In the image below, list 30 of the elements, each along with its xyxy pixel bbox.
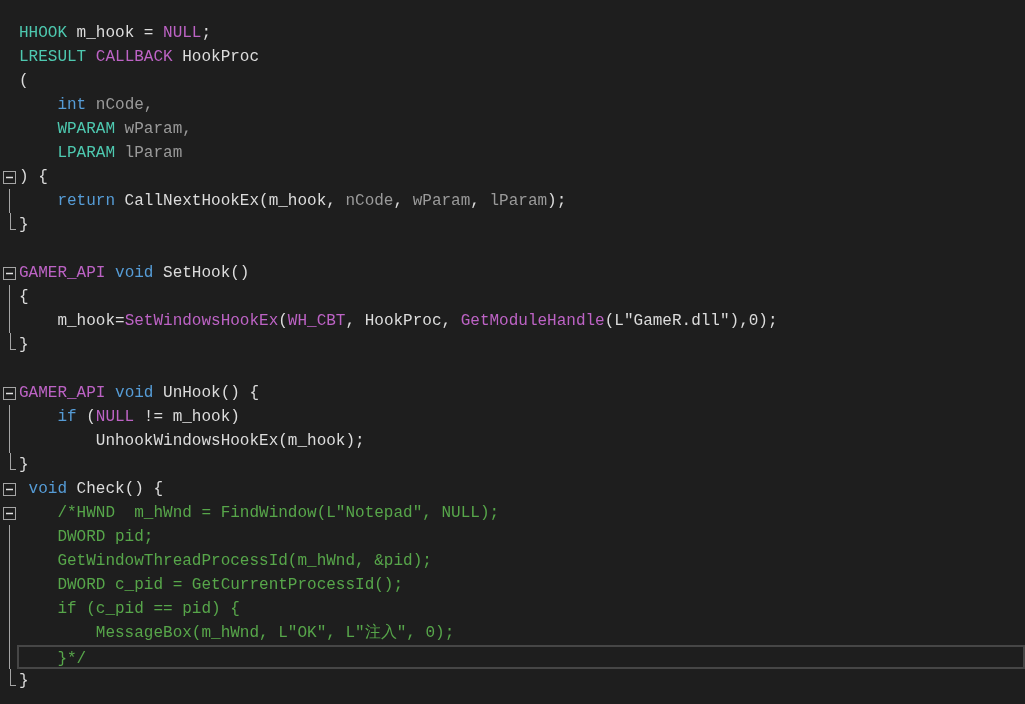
code-line: MessageBox(m_hWnd, L"OK", L"注入", 0); [94, 622, 455, 644]
code-line: if (NULL != m_hook) [56, 407, 240, 428]
collapse-icon[interactable] [3, 506, 16, 520]
code-line: /*HWND m_hWnd = FindWindow(L"Notepad", NULL); [56, 503, 500, 524]
code-line: int nCode, [56, 95, 154, 116]
code-line: HHOOK m_hook = NULL; [19, 23, 212, 44]
code-line: GAMER_API void UnHook() { [19, 383, 260, 404]
code-line: ) { [19, 167, 48, 188]
code-line: } [19, 215, 29, 236]
code-line: } [19, 455, 29, 476]
collapse-icon[interactable] [3, 266, 16, 280]
code-line: LPARAM lParam [56, 143, 183, 164]
code-line: GAMER_API void SetHook() [19, 263, 250, 284]
code-line: DWORD c_pid = GetCurrentProcessId(); [56, 575, 404, 596]
code-line: GetWindowThreadProcessId(m_hWnd, &pid); [56, 551, 432, 572]
code-line: } [19, 671, 29, 692]
code-line: UnhookWindowsHookEx(m_hook); [94, 431, 365, 452]
code-line: LRESULT CALLBACK HookProc [19, 47, 260, 68]
collapse-icon[interactable] [3, 170, 16, 184]
code-line: WPARAM wParam, [56, 119, 192, 140]
code-line: return CallNextHookEx(m_hook, nCode, wParam, lParam); [56, 191, 567, 212]
code-line: DWORD pid; [56, 527, 154, 548]
collapse-icon[interactable] [3, 386, 16, 400]
code-line: if (c_pid == pid) { [56, 599, 240, 620]
collapse-icon[interactable] [3, 482, 16, 496]
code-line: ( [19, 71, 29, 92]
code-line: void Check() { [27, 479, 164, 500]
code-line: } [19, 335, 29, 356]
code-line: m_hook=SetWindowsHookEx(WH_CBT, HookProc, GetModuleHandle(L"GameR.dll"),0); [56, 311, 778, 332]
code-line: { [19, 287, 29, 308]
